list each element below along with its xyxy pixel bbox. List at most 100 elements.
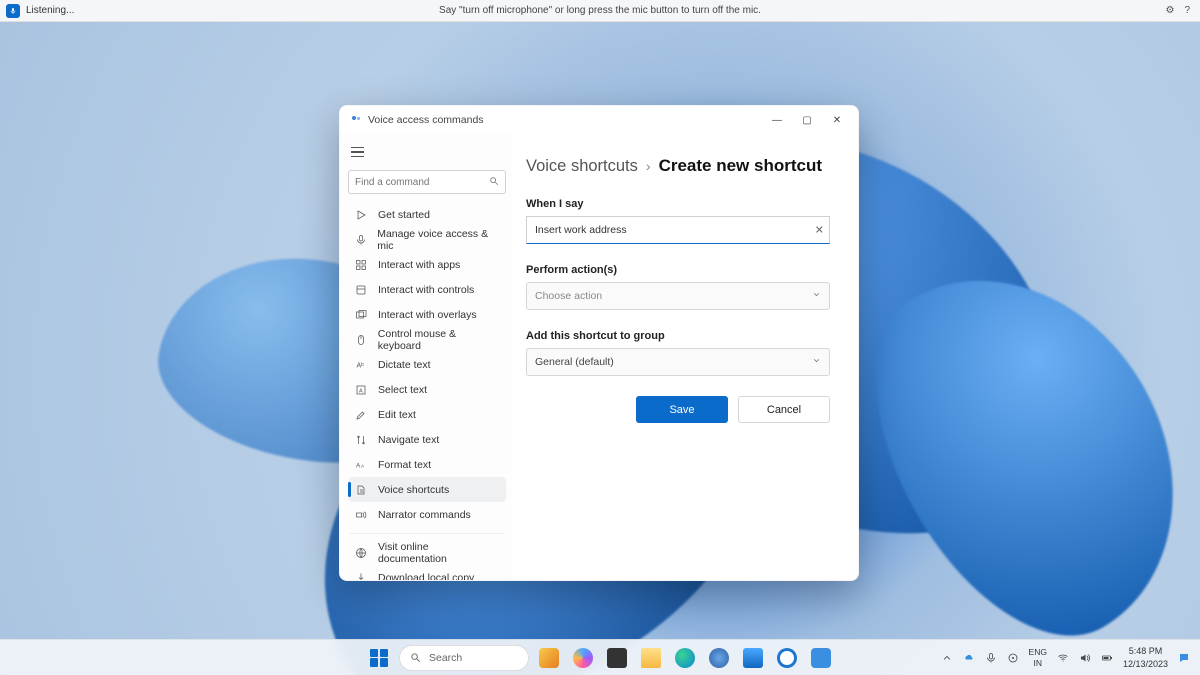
start-button[interactable] [365, 644, 393, 672]
svg-text:A: A [359, 388, 363, 394]
when-i-say-input[interactable] [526, 216, 830, 244]
perform-actions-label: Perform action(s) [526, 264, 830, 276]
download-icon [354, 571, 368, 581]
gear-icon [709, 648, 729, 668]
app-icon [350, 114, 362, 126]
sidebar-item-play[interactable]: Get started [348, 202, 506, 227]
maximize-button[interactable]: ▢ [792, 106, 822, 134]
language-indicator[interactable]: ENG IN [1029, 648, 1047, 667]
voice-access-commands-window: Voice access commands — ▢ ✕ Get started M… [339, 105, 859, 581]
overlays-icon [354, 308, 368, 322]
sidebar-item-edit[interactable]: Edit text [348, 402, 506, 427]
sidebar-item-globe[interactable]: Visit online documentation [348, 540, 506, 565]
dictate-icon: Aᵇ [354, 358, 368, 372]
command-search-input[interactable] [355, 177, 489, 188]
sidebar-item-label: Interact with controls [378, 284, 474, 296]
wifi-icon[interactable] [1057, 652, 1069, 664]
command-search-box[interactable] [348, 170, 506, 194]
titlebar[interactable]: Voice access commands — ▢ ✕ [340, 106, 858, 134]
accessibility-button[interactable] [773, 644, 801, 672]
sidebar-item-shortcut[interactable]: Voice shortcuts [348, 477, 506, 502]
sidebar-item-label: Download local copy [378, 572, 474, 581]
copilot-button[interactable] [569, 644, 597, 672]
app-icon [607, 648, 627, 668]
clock[interactable]: 5:48 PM 12/13/2023 [1123, 646, 1168, 669]
sidebar-item-label: Select text [378, 384, 427, 396]
store-icon [743, 648, 763, 668]
file-explorer-button[interactable] [637, 644, 665, 672]
close-button[interactable]: ✕ [822, 106, 852, 134]
sidebar-item-label: Interact with overlays [378, 309, 477, 321]
select-icon: A [354, 383, 368, 397]
sidebar-item-apps[interactable]: Interact with apps [348, 252, 506, 277]
apps-icon [354, 258, 368, 272]
sidebar-item-label: Interact with apps [378, 259, 460, 271]
notifications-icon[interactable] [1178, 652, 1190, 664]
sidebar-item-navigate[interactable]: Navigate text [348, 427, 506, 452]
sidebar-item-narrator[interactable]: Narrator commands [348, 502, 506, 527]
sidebar-item-label: Format text [378, 459, 431, 471]
breadcrumb-current: Create new shortcut [659, 156, 822, 176]
sidebar-item-label: Voice shortcuts [378, 484, 449, 496]
taskbar-search[interactable]: Search [399, 645, 529, 671]
mic-tray-icon[interactable] [985, 652, 997, 664]
hamburger-menu-button[interactable] [348, 140, 372, 164]
svg-text:A: A [361, 463, 364, 468]
sidebar-item-overlays[interactable]: Interact with overlays [348, 302, 506, 327]
edge-icon [675, 648, 695, 668]
system-tray: ENG IN 5:48 PM 12/13/2023 [941, 646, 1200, 669]
choose-action-dropdown[interactable]: Choose action [526, 282, 830, 310]
narrator-icon [354, 508, 368, 522]
onedrive-icon[interactable] [963, 652, 975, 664]
volume-icon[interactable] [1079, 652, 1091, 664]
voice-hint-text: Say "turn off microphone" or long press … [0, 5, 1200, 16]
clear-input-icon[interactable]: ✕ [815, 224, 824, 237]
sidebar-item-dictate[interactable]: Aᵇ Dictate text [348, 352, 506, 377]
svg-text:A: A [356, 462, 361, 469]
add-to-group-label: Add this shortcut to group [526, 330, 830, 342]
sidebar-item-format[interactable]: AAFormat text [348, 452, 506, 477]
windows-logo-icon [370, 649, 388, 667]
controls-icon [354, 283, 368, 297]
sidebar-item-download[interactable]: Download local copy [348, 565, 506, 580]
sidebar-item-label: Navigate text [378, 434, 439, 446]
save-button[interactable]: Save [636, 396, 728, 423]
play-icon [354, 208, 368, 222]
tray-chevron-up-icon[interactable] [941, 652, 953, 664]
search-icon [410, 652, 421, 663]
sidebar-item-label: Get started [378, 209, 430, 221]
window-title: Voice access commands [368, 114, 484, 126]
location-icon[interactable] [1007, 652, 1019, 664]
breadcrumb-separator: › [646, 158, 651, 174]
sidebar-item-label: Manage voice access & mic [377, 228, 500, 252]
when-i-say-label: When I say [526, 198, 830, 210]
taskview-icon [539, 648, 559, 668]
edit-icon [354, 408, 368, 422]
settings-button[interactable] [705, 644, 733, 672]
globe-icon [354, 546, 368, 560]
sidebar-item-mouse[interactable]: Control mouse & keyboard [348, 327, 506, 352]
sidebar-item-label: Narrator commands [378, 509, 471, 521]
sidebar-item-label: Visit online documentation [378, 541, 500, 565]
folder-icon [641, 648, 661, 668]
breadcrumb-parent[interactable]: Voice shortcuts [526, 157, 638, 176]
voice-access-taskbar-button[interactable] [807, 644, 835, 672]
cancel-button[interactable]: Cancel [738, 396, 830, 423]
voice-access-icon [811, 648, 831, 668]
sidebar-item-controls[interactable]: Interact with controls [348, 277, 506, 302]
sidebar-item-label: Dictate text [378, 359, 431, 371]
mouse-icon [354, 333, 368, 347]
taskview-button[interactable] [535, 644, 563, 672]
battery-icon[interactable] [1101, 652, 1113, 664]
edge-button[interactable] [671, 644, 699, 672]
store-button[interactable] [739, 644, 767, 672]
sidebar-item-select[interactable]: A Select text [348, 377, 506, 402]
shortcut-icon [354, 483, 368, 497]
chevron-down-icon [812, 356, 821, 368]
minimize-button[interactable]: — [762, 106, 792, 134]
main-pane: Voice shortcuts › Create new shortcut Wh… [512, 134, 858, 580]
sidebar-item-mic[interactable]: Manage voice access & mic [348, 227, 506, 252]
taskbar: Search [0, 639, 1200, 675]
group-dropdown[interactable]: General (default) [526, 348, 830, 376]
pinned-app-1[interactable] [603, 644, 631, 672]
